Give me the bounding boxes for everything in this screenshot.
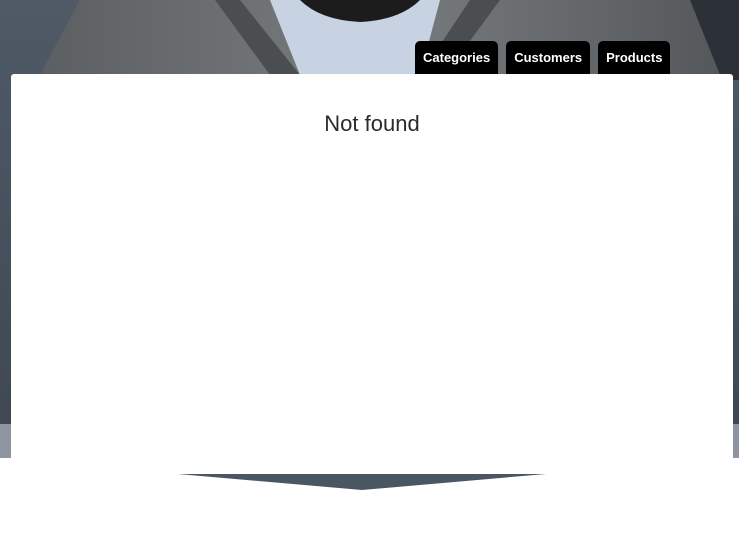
content-card: Not found: [11, 74, 733, 473]
nav-customers[interactable]: Customers: [506, 41, 591, 75]
page-title: Not found: [324, 111, 420, 136]
nav-products[interactable]: Products: [598, 41, 671, 75]
nav-categories[interactable]: Categories: [415, 41, 499, 75]
card-pointer: [178, 474, 546, 490]
top-nav: Categories Customers Products: [415, 41, 671, 75]
